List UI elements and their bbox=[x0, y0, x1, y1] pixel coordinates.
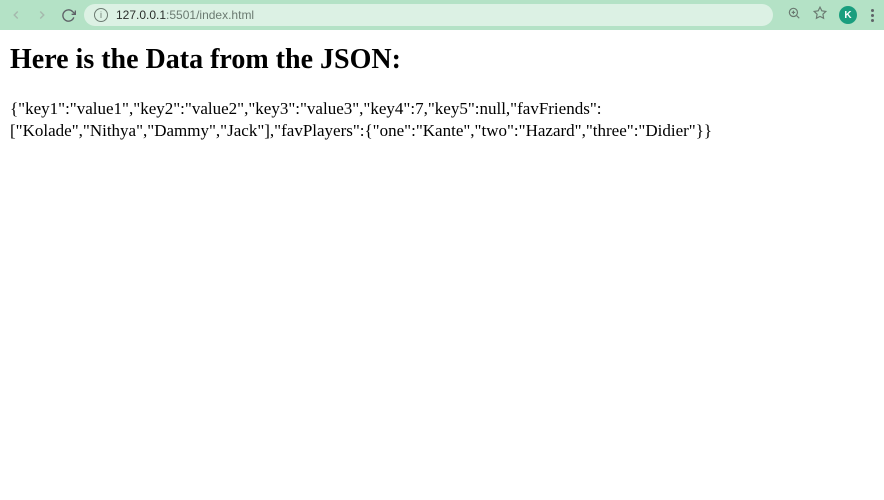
profile-avatar[interactable]: K bbox=[839, 6, 857, 24]
json-output: {"key1":"value1","key2":"value2","key3":… bbox=[10, 98, 870, 142]
url-path: :5501/index.html bbox=[166, 8, 254, 22]
zoom-icon[interactable] bbox=[787, 6, 801, 25]
menu-button[interactable] bbox=[869, 7, 876, 24]
reload-button[interactable] bbox=[60, 7, 76, 23]
site-info-icon[interactable]: i bbox=[94, 8, 108, 22]
address-bar[interactable]: i 127.0.0.1:5501/index.html bbox=[84, 4, 773, 26]
browser-toolbar: i 127.0.0.1:5501/index.html K bbox=[0, 0, 884, 30]
page-heading: Here is the Data from the JSON: bbox=[10, 44, 874, 76]
nav-buttons bbox=[8, 7, 76, 23]
url-host: 127.0.0.1 bbox=[116, 8, 166, 22]
toolbar-right: K bbox=[787, 6, 876, 25]
url-text: 127.0.0.1:5501/index.html bbox=[116, 8, 254, 22]
forward-button[interactable] bbox=[34, 7, 50, 23]
page-content: Here is the Data from the JSON: {"key1":… bbox=[0, 30, 884, 156]
back-button[interactable] bbox=[8, 7, 24, 23]
bookmark-icon[interactable] bbox=[813, 6, 827, 25]
